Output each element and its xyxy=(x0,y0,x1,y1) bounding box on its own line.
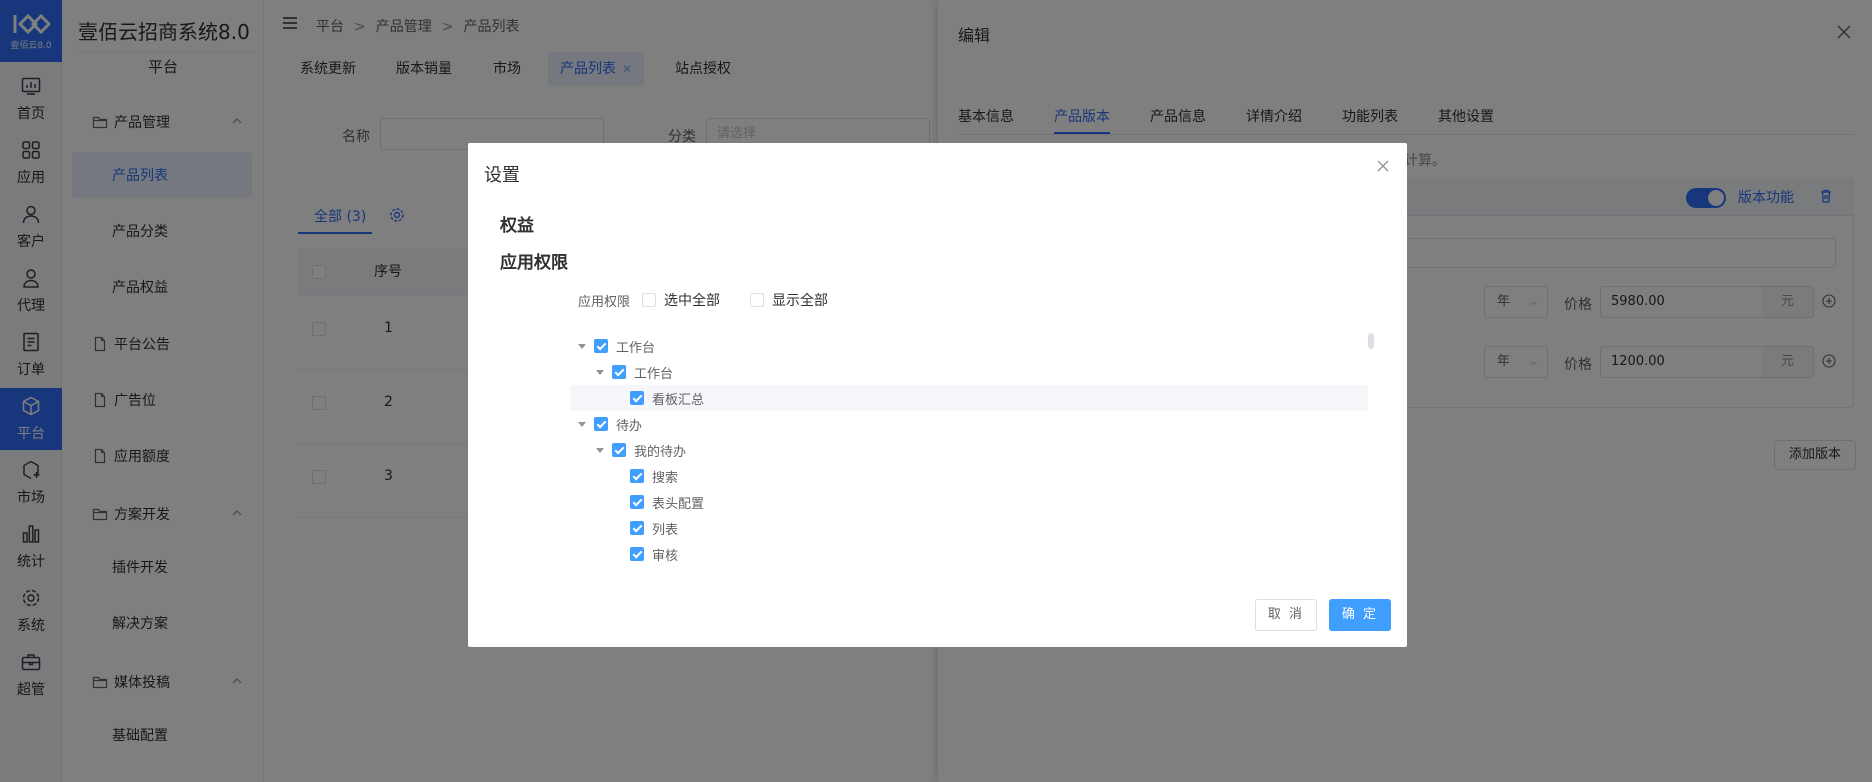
caret-down-icon[interactable] xyxy=(578,421,586,427)
tree-node[interactable]: 待办 xyxy=(570,411,1368,437)
tree-node-checkbox[interactable] xyxy=(594,339,608,353)
tree-node-label: 列表 xyxy=(652,522,679,538)
tree-node-label: 工作台 xyxy=(616,340,656,356)
scrollbar-thumb[interactable] xyxy=(1368,333,1374,349)
dialog-title: 设置 xyxy=(484,165,520,186)
tree-node[interactable]: 工作台 xyxy=(570,359,1368,385)
tree-node-checkbox[interactable] xyxy=(630,521,644,535)
cancel-button[interactable]: 取 消 xyxy=(1255,599,1317,631)
section-permission-title: 应用权限 xyxy=(500,253,568,273)
tree-node-label: 看板汇总 xyxy=(652,392,705,408)
tree-node-label: 搜索 xyxy=(652,470,679,486)
tree-node-checkbox[interactable] xyxy=(630,495,644,509)
close-icon[interactable] xyxy=(1376,159,1390,173)
tree-node-checkbox[interactable] xyxy=(594,417,608,431)
tree-node-checkbox[interactable] xyxy=(630,547,644,561)
tree-node-label: 工作台 xyxy=(634,366,674,382)
tree-node-checkbox[interactable] xyxy=(630,469,644,483)
tree-node-label: 审核 xyxy=(652,548,679,564)
settings-dialog: 设置 权益 应用权限 应用权限 选中全部 显示全部 工作台 工作台 看板汇总 待办 我的… xyxy=(468,143,1407,647)
tree-node-checkbox[interactable] xyxy=(612,365,626,379)
tree-node[interactable]: 我的待办 xyxy=(570,437,1368,463)
caret-down-icon[interactable] xyxy=(596,369,604,375)
tree-node[interactable]: 看板汇总 xyxy=(570,385,1368,411)
tree-node[interactable]: 审核 xyxy=(570,541,1368,567)
tree-node-label: 表头配置 xyxy=(652,496,705,512)
permission-options: 应用权限 选中全部 显示全部 xyxy=(578,290,828,310)
tree-node[interactable]: 工作台 xyxy=(570,333,1368,359)
tree-node[interactable]: 列表 xyxy=(570,515,1368,541)
tree-node-label: 我的待办 xyxy=(634,444,687,460)
show-all-checkbox[interactable] xyxy=(750,293,765,307)
show-all-label[interactable]: 显示全部 xyxy=(772,290,828,310)
caret-down-icon[interactable] xyxy=(578,343,586,349)
select-all-checkbox[interactable] xyxy=(642,293,657,307)
select-all-label[interactable]: 选中全部 xyxy=(664,290,720,310)
permission-tree: 工作台 工作台 看板汇总 待办 我的待办 搜索 表头配置 列表 审核 xyxy=(570,333,1368,564)
tree-node[interactable]: 表头配置 xyxy=(570,489,1368,515)
tree-node-checkbox[interactable] xyxy=(612,443,626,457)
tree-node[interactable]: 搜索 xyxy=(570,463,1368,489)
permission-label: 应用权限 xyxy=(578,294,631,310)
tree-node-label: 待办 xyxy=(616,418,643,434)
section-rights-title: 权益 xyxy=(500,216,534,236)
confirm-button[interactable]: 确 定 xyxy=(1329,599,1391,631)
caret-down-icon[interactable] xyxy=(596,447,604,453)
tree-node-checkbox[interactable] xyxy=(630,391,644,405)
